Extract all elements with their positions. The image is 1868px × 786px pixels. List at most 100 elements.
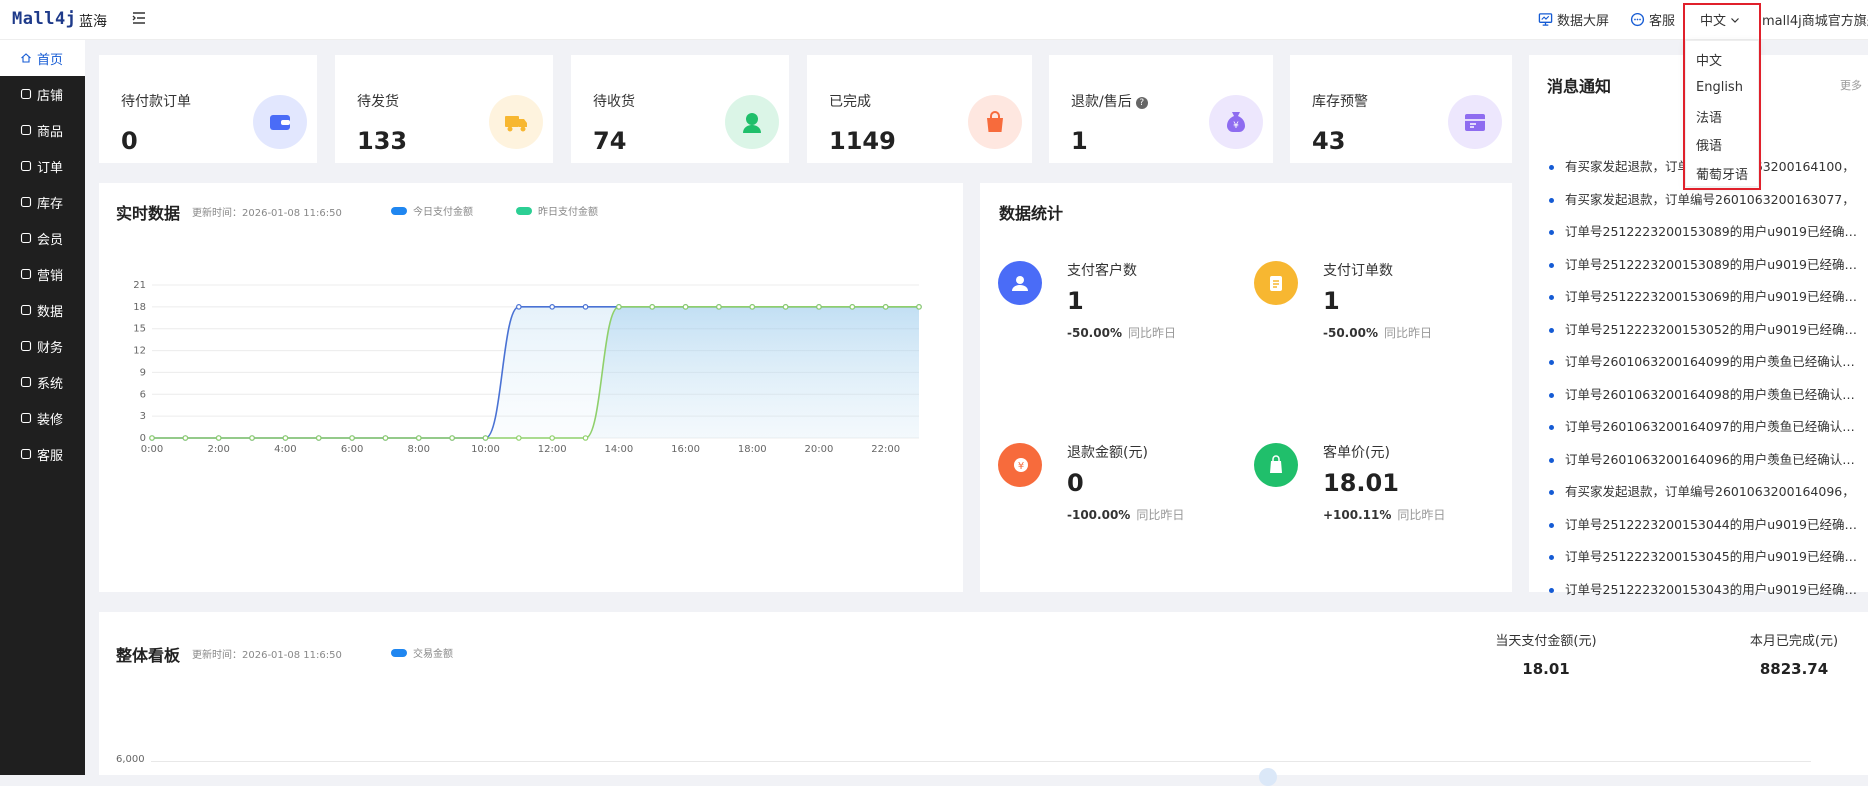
data-point[interactable]: [349, 435, 355, 441]
data-point[interactable]: [382, 435, 389, 441]
notices-more-link[interactable]: 更多: [1840, 77, 1862, 93]
stat-label: 退款金额(元): [1067, 445, 1148, 461]
data-point[interactable]: [582, 304, 589, 310]
board-updated: 更新时间：2026-01-08 11:6:50: [192, 650, 342, 661]
store-name[interactable]: mall4j商城官方旗舰: [1762, 10, 1868, 29]
data-point[interactable]: [449, 435, 455, 441]
sidebar-item-7[interactable]: 数据: [0, 292, 85, 328]
notice-item[interactable]: 订单号2512223200153052的用户u9019已经确认收货: [1549, 322, 1864, 355]
data-screen-link[interactable]: 数据大屏: [1538, 10, 1609, 29]
sidebar-item-8[interactable]: 财务: [0, 328, 85, 364]
stat-card[interactable]: 退款/售后? 1 ¥: [1049, 55, 1273, 163]
data-point[interactable]: [816, 304, 822, 310]
sidebar-item-2[interactable]: 商品: [0, 112, 85, 148]
data-point[interactable]: [516, 435, 522, 441]
data-point[interactable]: [749, 304, 756, 310]
top-bar: Mall4j 蓝海 数据大屏 客服 中文 mall4j商城官方旗舰: [0, 0, 1868, 40]
notice-item[interactable]: 订单号2601063200164096的用户羡鱼已经确认收货: [1549, 452, 1864, 485]
sidebar-item-label: 装修: [37, 412, 64, 428]
data-point[interactable]: [549, 304, 555, 310]
notice-item[interactable]: 有买家发起退款，订单编号2601063200164096，: [1549, 484, 1864, 517]
sidebar-item-1[interactable]: 店铺: [0, 76, 85, 112]
stock-icon: [20, 196, 32, 208]
gift-icon: [20, 268, 32, 280]
stat-card[interactable]: 待收货 74: [571, 55, 789, 163]
stat-card[interactable]: 待发货 133: [335, 55, 553, 163]
notice-item[interactable]: 订单号2512223200153089的用户u9019已经确认收货: [1549, 257, 1864, 290]
data-point[interactable]: [916, 304, 922, 310]
data-point[interactable]: [482, 435, 489, 441]
sidebar-item-11[interactable]: 客服: [0, 436, 85, 472]
sidebar-item-0[interactable]: 首页: [0, 40, 85, 76]
monitor-icon: [1538, 13, 1553, 26]
notice-item[interactable]: 订单号2512223200153045的用户u9019已经确认收货: [1549, 549, 1864, 582]
stat-card[interactable]: 待付款订单 0: [99, 55, 317, 163]
wallet-icon: [253, 95, 307, 149]
sidebar: 首页 店铺 商品 订单库存会员营销 数据 财务 系统装修客服: [0, 40, 85, 775]
menu-collapse-icon[interactable]: [131, 10, 147, 26]
stat-card[interactable]: 库存预警 43: [1290, 55, 1512, 163]
notice-item[interactable]: 有买家发起退款，订单编号2601063200163077，: [1549, 192, 1864, 225]
board-y-tick: 6,000: [116, 754, 145, 765]
logo[interactable]: Mall4j: [12, 9, 76, 29]
sidebar-item-5[interactable]: 会员: [0, 220, 85, 256]
data-stats-panel: 数据统计 支付客户数 1 -50.00% 同比昨日 支付订单数 1 -50.00% 同比昨日 ¥…: [980, 183, 1512, 592]
y-tick-label: 21: [133, 280, 146, 291]
legend-trade[interactable]: 交易金额: [391, 645, 453, 660]
notice-item[interactable]: 订单号2512223200153043的用户u9019已经确认收货: [1549, 582, 1864, 615]
chat-icon: [20, 448, 32, 460]
sidebar-item-3[interactable]: 订单: [0, 148, 85, 184]
data-point[interactable]: [849, 304, 856, 310]
notice-item[interactable]: 订单号2512223200153069的用户u9019已经确认收货: [1549, 289, 1864, 322]
data-point[interactable]: [249, 435, 255, 441]
stat-change: -50.00%: [1067, 326, 1122, 340]
sidebar-item-label: 会员: [37, 232, 64, 248]
store-name-label: mall4j商城官方旗舰: [1762, 14, 1868, 29]
notice-item[interactable]: 订单号2601063200164097的用户羡鱼已经确认收货: [1549, 419, 1864, 452]
stat-title: 待收货: [593, 94, 635, 110]
data-point[interactable]: [882, 304, 889, 310]
data-point[interactable]: [616, 304, 622, 310]
data-point[interactable]: [716, 304, 722, 310]
data-point[interactable]: [549, 435, 555, 441]
data-point[interactable]: [282, 435, 289, 441]
sidebar-item-label: 客服: [37, 448, 64, 464]
data-point[interactable]: [182, 435, 189, 441]
sidebar-item-10[interactable]: 装修: [0, 400, 85, 436]
data-point[interactable]: [516, 304, 522, 310]
x-tick-label: 8:00: [408, 444, 430, 455]
sidebar-item-label: 库存: [37, 196, 64, 212]
data-point[interactable]: [315, 435, 322, 441]
data-point[interactable]: [582, 435, 589, 441]
data-point[interactable]: [149, 435, 155, 441]
tag-icon: [1254, 443, 1298, 487]
notice-item[interactable]: 订单号2601063200164099的用户羡鱼已经确认收货: [1549, 354, 1864, 387]
notice-item[interactable]: 订单号2512223200153044的用户u9019已经确认收货: [1549, 517, 1864, 550]
stat-compare-label: 同比昨日: [1127, 326, 1176, 340]
sidebar-item-9[interactable]: 系统: [0, 364, 85, 400]
data-point[interactable]: [782, 304, 789, 310]
y-tick-label: 9: [140, 367, 146, 378]
stat-title: 退款/售后?: [1071, 91, 1148, 111]
data-point[interactable]: [415, 435, 422, 441]
notice-item[interactable]: 订单号2512223200153089的用户u9019已经确认收货: [1549, 224, 1864, 257]
data-point[interactable]: [215, 435, 222, 441]
data-point[interactable]: [649, 304, 656, 310]
x-tick-label: 6:00: [341, 444, 363, 455]
sidebar-item-6[interactable]: 营销: [0, 256, 85, 292]
customer-service-link[interactable]: 客服: [1630, 10, 1675, 29]
truck-icon: [489, 95, 543, 149]
stat-value: 133: [357, 127, 408, 155]
help-icon[interactable]: ?: [1135, 97, 1148, 109]
x-tick-label: 20:00: [805, 444, 834, 455]
notice-item[interactable]: 订单号2601063200164098的用户羡鱼已经确认收货: [1549, 387, 1864, 420]
data-screen-label: 数据大屏: [1557, 14, 1610, 29]
home-icon: [21, 53, 31, 63]
month-done-value: 8823.74: [1759, 660, 1829, 678]
sidebar-item-4[interactable]: 库存: [0, 184, 85, 220]
stat-card[interactable]: 已完成 1149: [807, 55, 1032, 163]
data-point[interactable]: [682, 304, 689, 310]
stat-value: 0: [1067, 469, 1084, 497]
board-panel: 整体看板 更新时间：2026-01-08 11:6:50 交易金额 当天支付金额…: [99, 612, 1868, 786]
shop-name: 蓝海: [79, 14, 107, 30]
